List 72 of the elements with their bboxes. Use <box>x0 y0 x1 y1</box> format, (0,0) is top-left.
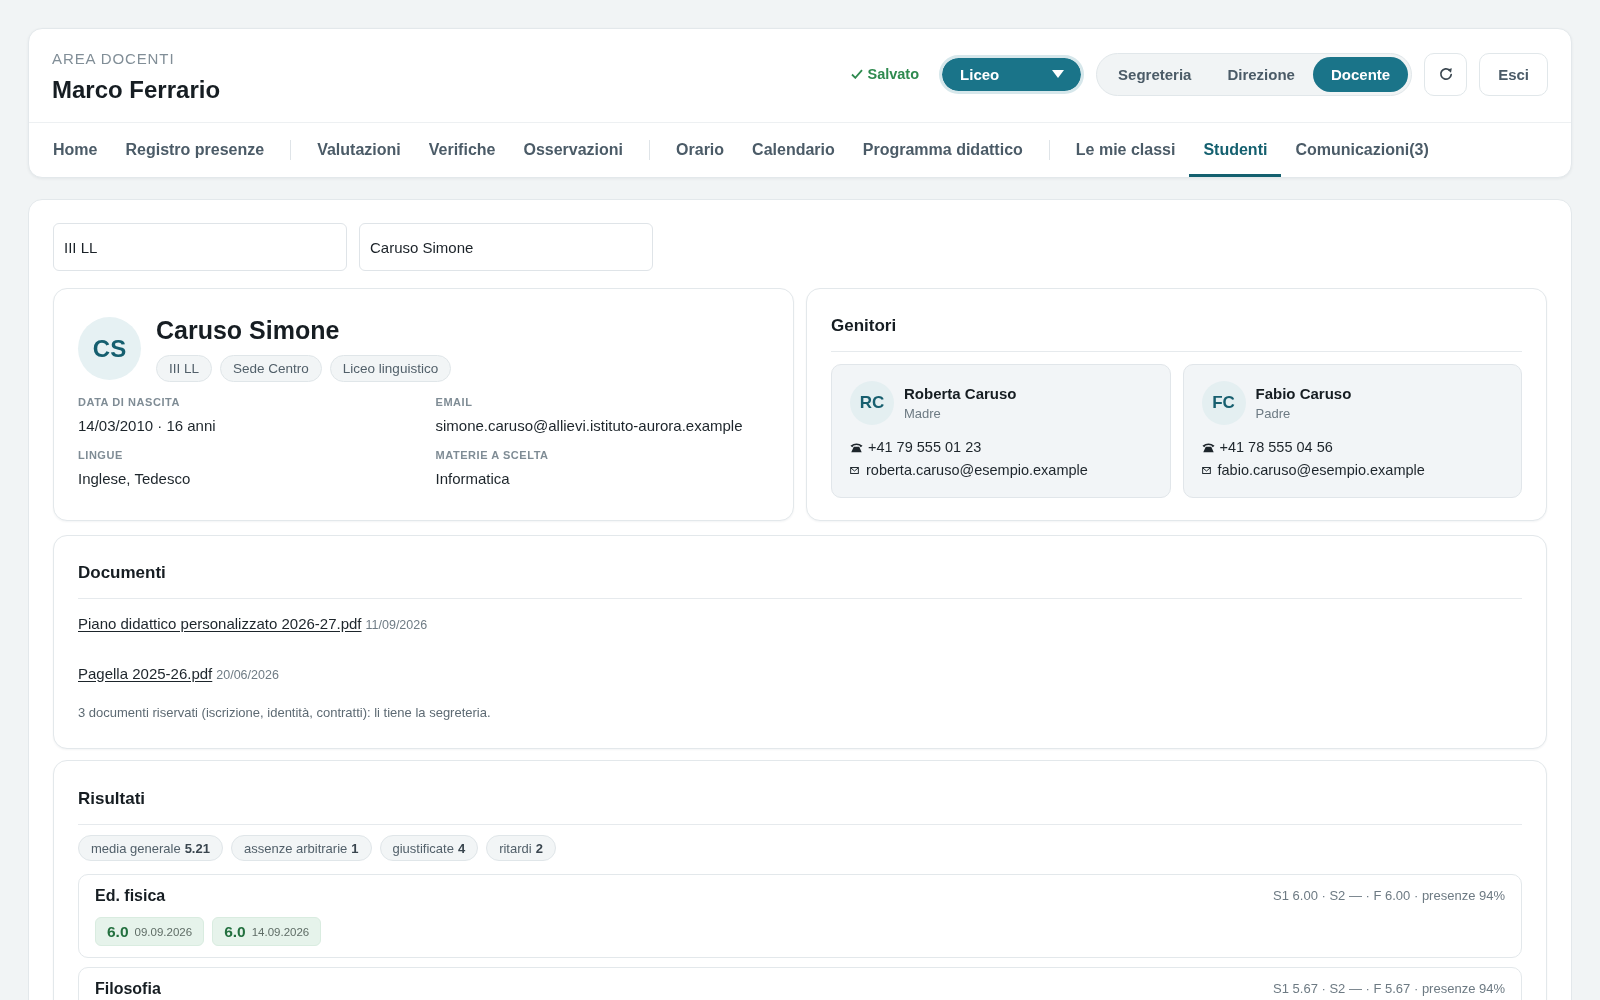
nav-tab[interactable]: Verifiche <box>414 123 510 177</box>
parent-avatar: FC <box>1201 381 1246 425</box>
role-tab[interactable]: Direzione <box>1209 56 1313 92</box>
summary-chip: giustificate 4 <box>379 835 479 861</box>
parent-role: Padre <box>1255 405 1292 422</box>
grade-value: 6.0 <box>224 922 246 941</box>
envelope-icon <box>850 466 859 474</box>
nav-tab[interactable]: Osservazioni <box>509 123 638 177</box>
phone-number: +41 78 555 04 56 <box>1219 438 1333 457</box>
field-label: MATERIE A SCELTA <box>435 448 550 462</box>
nav-tab[interactable]: Calendario <box>738 123 849 177</box>
filter-field[interactable]: Caruso Simone <box>359 223 653 271</box>
email-address: roberta.caruso@esempio.example <box>866 461 1088 480</box>
info-tag: Sede Centro <box>220 355 322 382</box>
summary-chip: assenze arbitrarie 1 <box>230 835 372 861</box>
section-title: Risultati <box>78 788 1522 825</box>
field-value: simone.caruso@allievi.istituto-aurora.example <box>435 416 744 436</box>
role-tab[interactable]: Segreteria <box>1100 56 1210 92</box>
email-address: fabio.caruso@esempio.example <box>1217 461 1425 480</box>
parent-avatar: RC <box>850 381 894 425</box>
field-label: EMAIL <box>435 395 474 409</box>
nav-tab[interactable]: Orario <box>662 123 739 177</box>
refresh-button[interactable] <box>1424 52 1468 96</box>
parent-name: Roberta Caruso <box>904 384 1017 403</box>
caret-icon <box>1052 70 1065 78</box>
nav-tab[interactable]: Programma didattico <box>848 123 1037 177</box>
grade-date: 09.09.2026 <box>134 925 193 938</box>
parent-role: Madre <box>904 405 942 422</box>
document-date: 20/06/2026 <box>216 667 279 682</box>
grade-value: 6.0 <box>107 922 129 941</box>
refresh-icon <box>1437 66 1454 82</box>
phone-icon <box>1201 441 1215 453</box>
subject-name: Ed. fisica <box>95 886 166 906</box>
nav-tab[interactable]: Le mie classi <box>1061 123 1190 177</box>
nav-tab[interactable]: Valutazioni <box>303 123 415 177</box>
role-tab[interactable]: Docente <box>1312 56 1409 92</box>
phone-icon <box>850 441 863 453</box>
subject-summary: S1 6.00 · S2 — · F 6.00 · presenze 94% <box>1273 888 1505 904</box>
summary-chip: ritardi 2 <box>486 835 556 861</box>
field-value: Inglese, Tedesco <box>78 469 192 489</box>
logout-button[interactable]: Esci <box>1479 52 1548 96</box>
section-title: Documenti <box>78 562 1522 599</box>
field-value: Informatica <box>435 469 511 489</box>
document-date: 11/09/2026 <box>365 617 428 632</box>
student-avatar: CS <box>78 317 141 380</box>
field-value: 14/03/2010 · 16 anni <box>78 416 217 436</box>
nav-tab[interactable]: Registro presenze <box>111 123 279 177</box>
nav-tab[interactable]: Home <box>39 123 112 177</box>
subject-summary: S1 5.67 · S2 — · F 5.67 · presenze 94% <box>1273 981 1505 997</box>
student-name: Caruso Simone <box>156 315 341 345</box>
envelope-icon <box>1201 466 1211 474</box>
document-link[interactable]: Pagella 2025-26.pdf <box>78 664 213 682</box>
nav-tab[interactable]: Comunicazioni(3) <box>1281 123 1443 177</box>
info-tag: Liceo linguistico <box>329 355 452 382</box>
filter-field[interactable]: III LL <box>53 223 347 271</box>
check-icon <box>851 69 864 79</box>
save-status: Salvato <box>867 66 920 82</box>
user-name: Marco Ferrario <box>52 74 221 104</box>
phone-number: +41 79 555 01 23 <box>868 438 982 457</box>
info-tag: III LL <box>156 355 213 382</box>
area-label: AREA DOCENTI <box>52 49 176 68</box>
field-label: DATA DI NASCITA <box>78 395 181 409</box>
parent-name: Fabio Caruso <box>1255 384 1352 403</box>
summary-chip: media generale 5.21 <box>78 835 223 861</box>
document-link[interactable]: Piano didattico personalizzato 2026-27.pdf <box>78 614 362 632</box>
field-label: LINGUE <box>78 448 124 462</box>
grade-date: 14.09.2026 <box>251 925 310 938</box>
subject-name: Filosofia <box>95 979 161 999</box>
documents-note: 3 documenti riservati (iscrizione, identità, contratti): li tiene la segreteria. <box>78 705 492 721</box>
nav-tab[interactable]: Studenti <box>1189 123 1282 177</box>
school-select[interactable]: Liceo <box>939 54 1085 94</box>
section-title: Genitori <box>831 315 1522 352</box>
